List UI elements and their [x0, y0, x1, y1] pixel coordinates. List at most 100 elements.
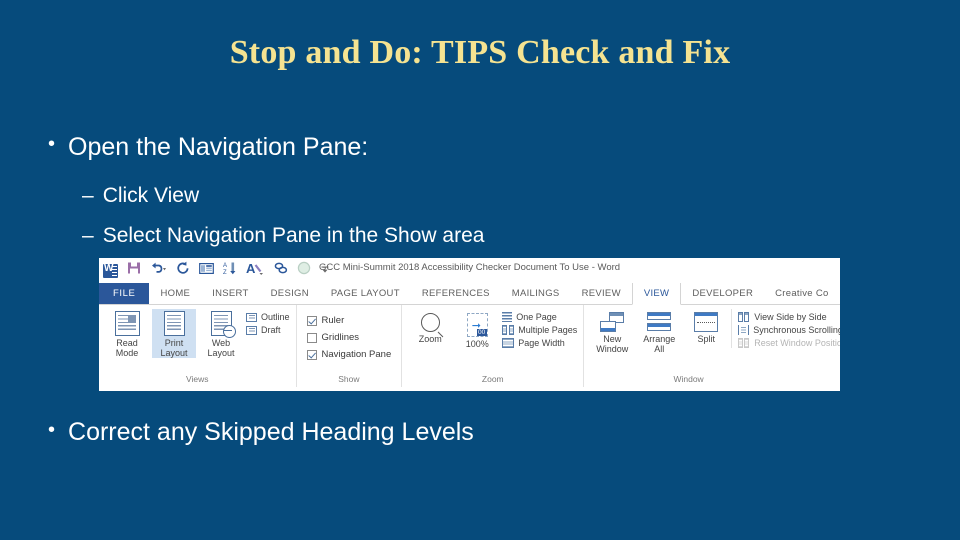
outline-label: Outline: [261, 312, 290, 322]
arrange-all-icon: [647, 312, 672, 332]
print-layout-button[interactable]: Print Layout: [152, 309, 196, 359]
page-width-label: Page Width: [518, 338, 565, 348]
ribbon-group-window: New Window Arrange All Split View Side b…: [584, 305, 840, 387]
bullet-marker: •: [48, 133, 56, 155]
split-label: Split: [697, 334, 716, 344]
navigation-pane-label: Navigation Pane: [321, 349, 392, 360]
bullet-marker: •: [48, 419, 56, 441]
web-layout-label-line2: Layout: [207, 348, 235, 359]
ribbon-group-views: Read Mode Print Layout Web Layout Outlin…: [99, 305, 297, 387]
multiple-pages-button[interactable]: Multiple Pages: [502, 325, 577, 335]
window-group-label: Window: [673, 374, 704, 384]
split-button[interactable]: Split: [684, 309, 728, 344]
tab-insert[interactable]: INSERT: [201, 283, 259, 304]
ribbon-tab-strip[interactable]: FILE HOME INSERT DESIGN PAGE LAYOUT REFE…: [99, 283, 840, 305]
ruler-checkbox[interactable]: Ruler: [306, 313, 345, 328]
ribbon-group-show: Ruler Gridlines Navigation Pane Show: [297, 305, 403, 387]
sub-bullet-list: – Click View – Select Navigation Pane in…: [82, 176, 484, 257]
print-layout-icon: [163, 311, 185, 336]
tab-references[interactable]: REFERENCES: [411, 283, 501, 304]
arrange-all-label-line2: All: [654, 344, 665, 355]
sub-bullet-text: Select Navigation Pane in the Show area: [102, 224, 485, 248]
tab-file[interactable]: FILE: [99, 283, 150, 304]
zoom-badge: 00: [476, 328, 487, 336]
sub-bullet-item-select-navigation-pane: – Select Navigation Pane in the Show are…: [82, 216, 484, 256]
print-layout-label-line2: Layout: [160, 348, 188, 359]
read-mode-button[interactable]: Read Mode: [105, 309, 149, 358]
one-page-icon: [502, 312, 513, 322]
zoom-100-icon: ➞ 00: [466, 313, 488, 337]
checkbox-icon[interactable]: [306, 315, 317, 326]
reset-window-position-icon: [738, 338, 750, 348]
reset-window-position-label: Reset Window Position: [754, 338, 840, 348]
zoom-100-button[interactable]: ➞ 00 100%: [455, 309, 499, 349]
read-mode-icon: [114, 311, 140, 336]
draft-label: Draft: [261, 325, 281, 335]
gridlines-label: Gridlines: [321, 332, 360, 343]
page-width-icon: [502, 338, 515, 348]
window-small-buttons: View Side by Side Synchronous Scrolling …: [731, 309, 840, 348]
bullet-item-correct-skipped-heading-levels: • Correct any Skipped Heading Levels: [48, 418, 474, 447]
read-mode-label-line2: Mode: [115, 348, 139, 359]
page-width-button[interactable]: Page Width: [502, 338, 577, 348]
view-side-by-side-label: View Side by Side: [754, 312, 827, 322]
checkbox-icon[interactable]: [306, 332, 317, 343]
tab-creative-commons[interactable]: Creative Co: [764, 283, 839, 304]
tab-mailings[interactable]: MAILINGS: [501, 283, 571, 304]
bullet-text: Open the Navigation Pane:: [68, 133, 369, 161]
sub-bullet-item-click-view: – Click View: [82, 176, 484, 216]
zoom-button[interactable]: Zoom: [408, 309, 452, 344]
slide: Stop and Do: TIPS Check and Fix • Open t…: [0, 0, 960, 540]
split-icon: [694, 312, 719, 332]
page-title: Stop and Do: TIPS Check and Fix: [229, 34, 731, 71]
synchronous-scrolling-button[interactable]: Synchronous Scrolling: [738, 325, 840, 335]
synchronous-scrolling-label: Synchronous Scrolling: [753, 325, 840, 335]
new-window-button[interactable]: New Window: [590, 309, 634, 354]
view-side-by-side-icon: [738, 312, 750, 322]
web-layout-icon: [210, 311, 236, 338]
multiple-pages-label: Multiple Pages: [518, 325, 578, 335]
arrange-all-label-line1: Arrange: [643, 334, 676, 344]
gridlines-checkbox[interactable]: Gridlines: [306, 330, 360, 345]
synchronous-scrolling-icon: [738, 325, 750, 335]
new-window-icon: [600, 312, 625, 332]
document-title: GCC Mini-Summit 2018 Accessibility Check…: [318, 262, 621, 273]
zoom-small-buttons: One Page Multiple Pages Page Width: [502, 309, 577, 348]
dash-marker: –: [82, 184, 94, 207]
reset-window-position-button: Reset Window Position: [738, 338, 840, 348]
draft-button[interactable]: Draft: [246, 325, 290, 335]
print-layout-label-line1: Print: [164, 338, 184, 348]
view-side-by-side-button[interactable]: View Side by Side: [738, 312, 840, 322]
dash-marker: –: [82, 224, 94, 248]
draft-icon: [246, 325, 257, 335]
show-group-label: Show: [338, 374, 360, 384]
tab-review[interactable]: REVIEW: [571, 283, 632, 304]
outline-icon: [246, 312, 257, 322]
zoom-label: Zoom: [418, 334, 442, 344]
navigation-pane-checkbox[interactable]: Navigation Pane: [306, 347, 392, 362]
magnifier-icon: [420, 313, 440, 332]
zoom-100-label: 100%: [465, 339, 489, 349]
new-window-label-line1: New: [603, 334, 622, 344]
sub-bullet-text: Click View: [102, 184, 200, 207]
arrange-all-button[interactable]: Arrange All: [637, 309, 681, 354]
views-group-label: Views: [186, 374, 209, 384]
word-ribbon-screenshot: A Z A: [99, 258, 840, 391]
web-layout-button[interactable]: Web Layout: [199, 309, 243, 358]
tab-design[interactable]: DESIGN: [260, 283, 320, 304]
new-window-label-line2: Window: [596, 344, 629, 355]
multiple-pages-icon: [502, 325, 514, 335]
tab-developer[interactable]: DEVELOPER: [681, 283, 764, 304]
tab-page-layout[interactable]: PAGE LAYOUT: [320, 283, 411, 304]
ruler-label: Ruler: [321, 315, 345, 326]
web-layout-label-line1: Web: [211, 338, 231, 348]
one-page-label: One Page: [516, 312, 557, 322]
one-page-button[interactable]: One Page: [502, 312, 577, 322]
zoom-group-label: Zoom: [481, 374, 504, 384]
checkbox-icon[interactable]: [306, 349, 317, 360]
tab-view[interactable]: VIEW: [631, 283, 682, 305]
read-mode-label-line1: Read: [116, 338, 138, 348]
tab-home[interactable]: HOME: [149, 283, 201, 304]
outline-button[interactable]: Outline: [246, 312, 290, 322]
word-title-bar: A Z A: [99, 258, 840, 283]
